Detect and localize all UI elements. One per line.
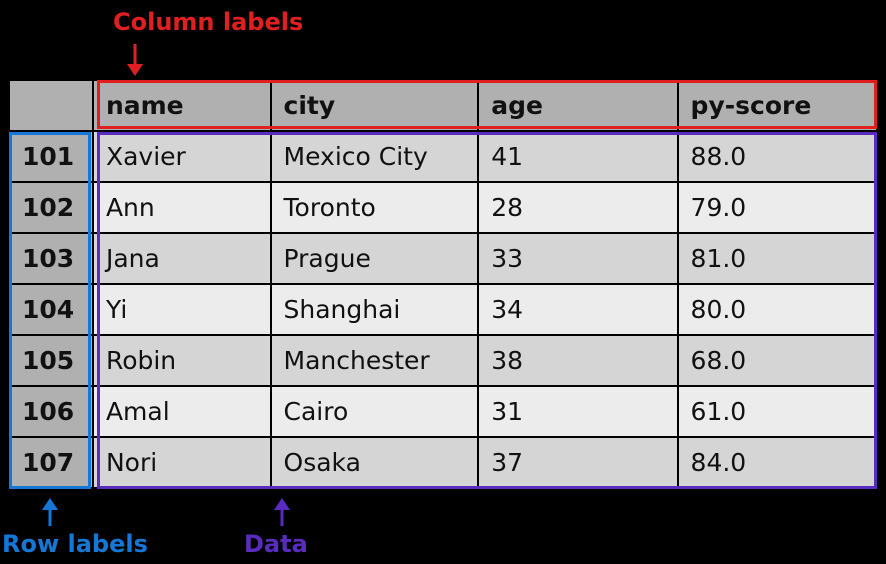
col-header-age: age: [478, 80, 677, 131]
row-index: 102: [9, 182, 93, 233]
cell-py-score: 84.0: [678, 437, 877, 488]
table-row: 106 Amal Cairo 31 61.0: [9, 386, 877, 437]
index-corner-cell: [9, 80, 93, 131]
cell-py-score: 80.0: [678, 284, 877, 335]
cell-name: Jana: [93, 233, 271, 284]
cell-age: 34: [478, 284, 677, 335]
arrow-up-icon: [270, 498, 294, 528]
col-header-name: name: [93, 80, 271, 131]
cell-age: 38: [478, 335, 677, 386]
arrow-up-icon: [38, 498, 62, 528]
cell-py-score: 81.0: [678, 233, 877, 284]
arrow-down-icon: [123, 42, 147, 78]
cell-age: 31: [478, 386, 677, 437]
cell-py-score: 68.0: [678, 335, 877, 386]
row-index: 107: [9, 437, 93, 488]
cell-py-score: 61.0: [678, 386, 877, 437]
cell-py-score: 79.0: [678, 182, 877, 233]
row-index: 104: [9, 284, 93, 335]
cell-name: Amal: [93, 386, 271, 437]
annotation-column-labels: Column labels: [113, 8, 303, 36]
row-index: 105: [9, 335, 93, 386]
annotation-data: Data: [244, 530, 308, 558]
table-row: 102 Ann Toronto 28 79.0: [9, 182, 877, 233]
table-row: 107 Nori Osaka 37 84.0: [9, 437, 877, 488]
cell-city: Mexico City: [271, 131, 479, 182]
dataframe-table: name city age py-score 101 Xavier Mexico…: [8, 79, 878, 489]
cell-city: Shanghai: [271, 284, 479, 335]
cell-city: Cairo: [271, 386, 479, 437]
cell-city: Toronto: [271, 182, 479, 233]
table-row: 105 Robin Manchester 38 68.0: [9, 335, 877, 386]
row-index: 101: [9, 131, 93, 182]
cell-name: Robin: [93, 335, 271, 386]
row-index: 106: [9, 386, 93, 437]
cell-py-score: 88.0: [678, 131, 877, 182]
cell-age: 41: [478, 131, 677, 182]
col-header-city: city: [271, 80, 479, 131]
cell-name: Yi: [93, 284, 271, 335]
table-row: 103 Jana Prague 33 81.0: [9, 233, 877, 284]
cell-age: 37: [478, 437, 677, 488]
table-header-row: name city age py-score: [9, 80, 877, 131]
table-row: 101 Xavier Mexico City 41 88.0: [9, 131, 877, 182]
cell-age: 33: [478, 233, 677, 284]
cell-name: Xavier: [93, 131, 271, 182]
diagram-stage: Column labels name city age py-score 101…: [0, 0, 886, 564]
cell-name: Ann: [93, 182, 271, 233]
row-index: 103: [9, 233, 93, 284]
table-row: 104 Yi Shanghai 34 80.0: [9, 284, 877, 335]
col-header-py-score: py-score: [678, 80, 877, 131]
cell-city: Prague: [271, 233, 479, 284]
cell-city: Osaka: [271, 437, 479, 488]
annotation-row-labels: Row labels: [2, 530, 148, 558]
cell-name: Nori: [93, 437, 271, 488]
cell-age: 28: [478, 182, 677, 233]
cell-city: Manchester: [271, 335, 479, 386]
